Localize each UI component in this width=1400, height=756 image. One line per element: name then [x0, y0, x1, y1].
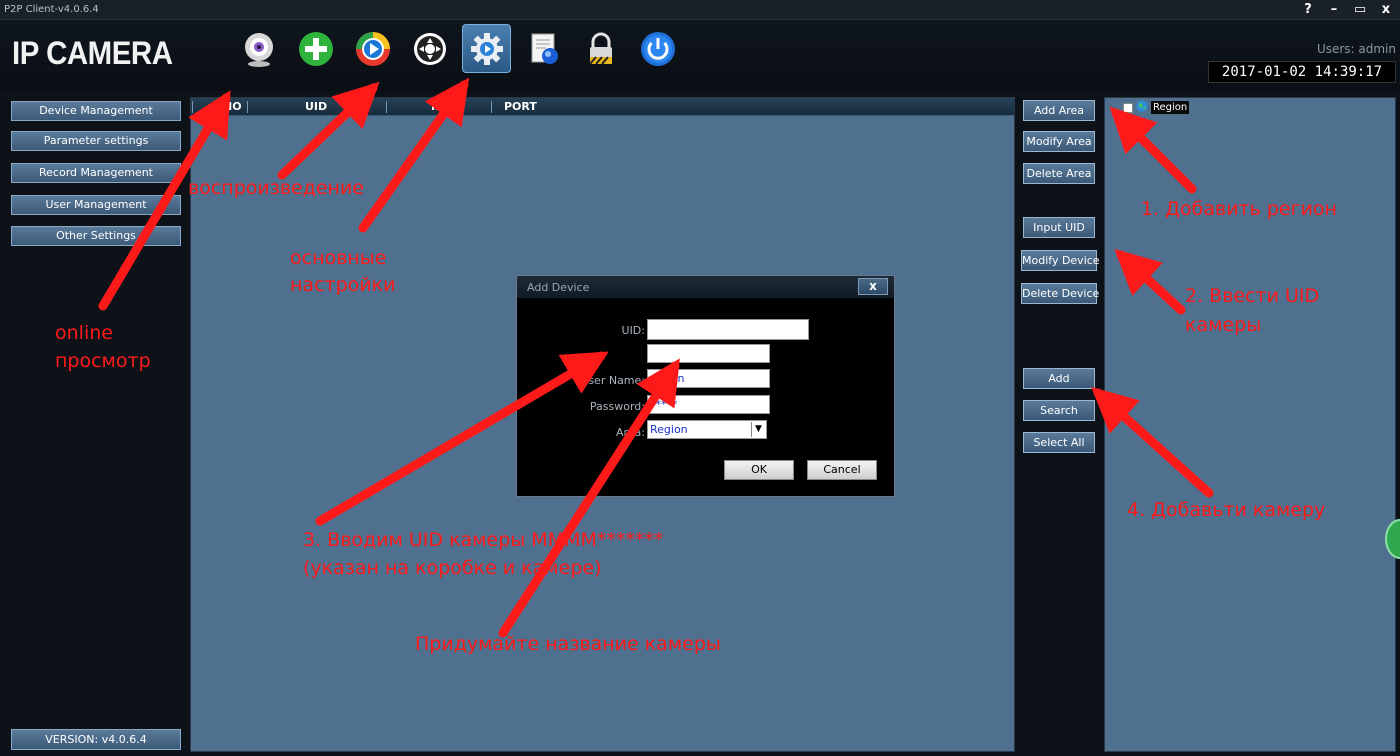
- annotation-online-2: просмотр: [55, 350, 151, 372]
- annotation-playback: воспроизведение: [188, 177, 365, 199]
- annotation-step1: 1. Добавить регион: [1141, 198, 1337, 220]
- arrow-input-uid: [1114, 248, 1186, 315]
- arrow-add-camera: [1091, 386, 1214, 498]
- annotation-device-name: Придумайте название камеры: [415, 633, 721, 655]
- annotation-step2-2: камеры: [1185, 314, 1262, 336]
- annotation-step4: 4. Добавьти камеру: [1127, 499, 1326, 521]
- arrow-device-name: [498, 358, 680, 638]
- arrow-add-region: [1109, 106, 1197, 194]
- arrow-online-view: [98, 90, 231, 311]
- arrow-enter-uid: [315, 351, 609, 526]
- annotation-main-settings-1: основные: [290, 247, 387, 269]
- annotation-step2-1: 2. Ввести UID: [1185, 285, 1320, 307]
- annotation-online-1: online: [55, 322, 113, 344]
- annotation-step3-1: 3. Вводим UID камеры MMMM*******: [303, 529, 664, 551]
- annotation-step3-2: (указан на коробке и камере): [303, 557, 602, 579]
- arrow-playback: [277, 81, 380, 180]
- annotation-main-settings-2: настройки: [290, 274, 396, 296]
- arrow-main-settings: [358, 77, 470, 233]
